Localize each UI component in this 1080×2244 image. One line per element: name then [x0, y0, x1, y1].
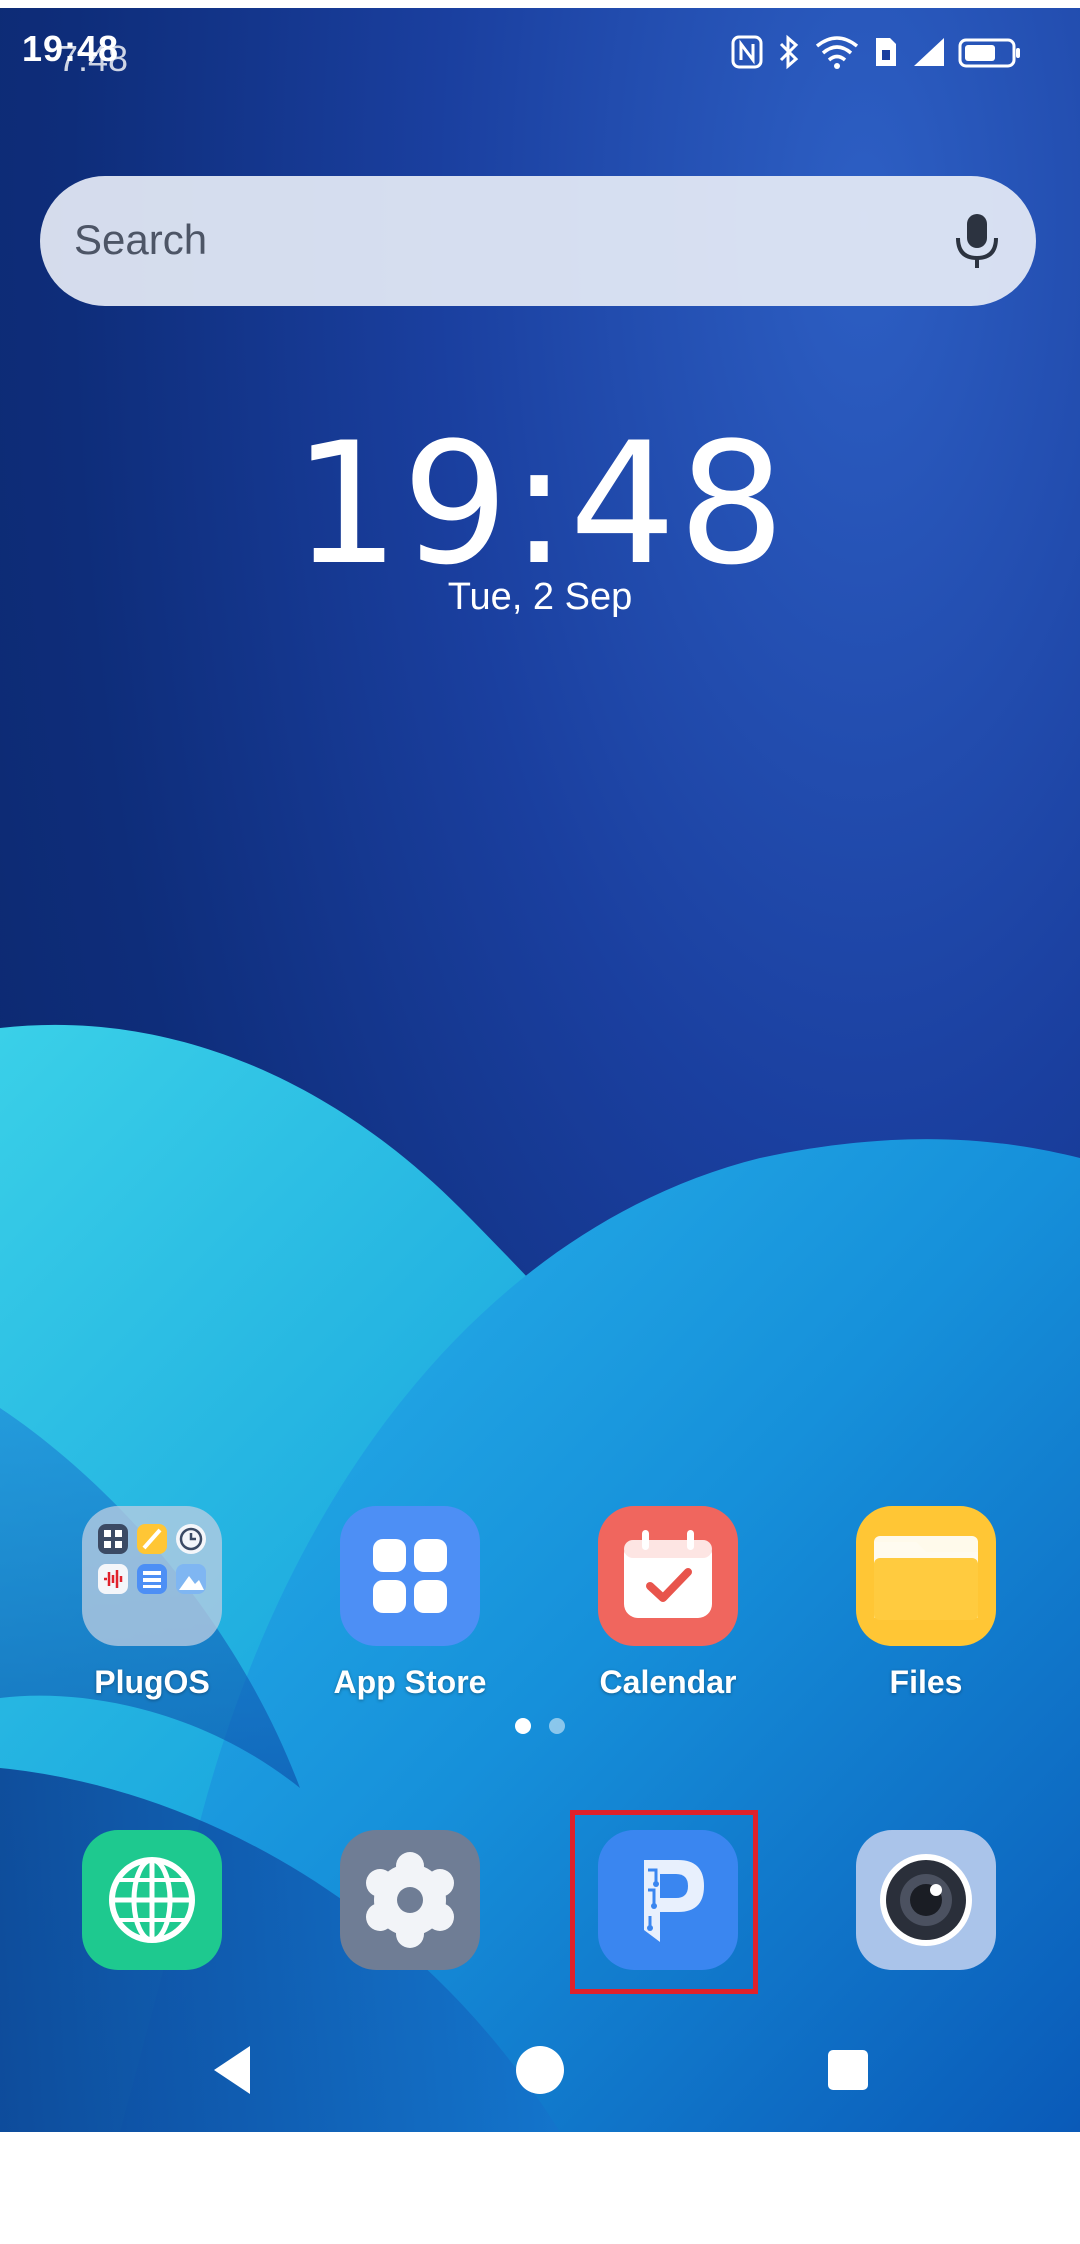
nfc-icon: [731, 35, 763, 69]
app-app-store[interactable]: App Store: [320, 1506, 500, 1701]
recents-icon[interactable]: [818, 2040, 878, 2100]
dock-settings[interactable]: [320, 1830, 500, 1970]
highlight-box: [570, 1810, 758, 1994]
dock-camera[interactable]: [836, 1830, 1016, 1970]
status-time: 19:48: [22, 28, 120, 69]
camera-icon: [856, 1830, 996, 1970]
status-bar: 7:48 19:48: [0, 8, 1080, 98]
clock-widget-time[interactable]: 19:48: [0, 406, 1080, 602]
dock-browser[interactable]: [62, 1830, 242, 1970]
app-label: Files: [889, 1664, 963, 1700]
app-label: Calendar: [599, 1664, 737, 1700]
app-label: App Store: [333, 1664, 487, 1700]
app-calendar[interactable]: Calendar: [578, 1506, 758, 1701]
battery-icon: [958, 38, 1020, 68]
wifi-icon: [815, 36, 859, 69]
wallpaper: [0, 1024, 1080, 2132]
folder-icon: [82, 1506, 222, 1646]
app-files[interactable]: Files: [836, 1506, 1016, 1701]
app-store-icon: [340, 1506, 480, 1646]
bluetooth-icon: [779, 34, 799, 70]
search-input[interactable]: Search: [74, 216, 207, 264]
settings-gear-icon: [340, 1830, 480, 1970]
calendar-icon: [598, 1506, 738, 1646]
microphone-icon[interactable]: [952, 212, 1002, 270]
home-screen: 7:48 19:48 Search 19:48 Tue, 2 Sep PlugO…: [0, 8, 1080, 2132]
signal-icon: [914, 38, 944, 66]
app-plugos[interactable]: PlugOS: [62, 1506, 242, 1701]
status-icons: [730, 34, 1022, 70]
home-icon[interactable]: [510, 2040, 570, 2100]
page-indicator: [0, 1718, 1080, 1734]
files-folder-icon: [856, 1506, 996, 1646]
browser-globe-icon: [82, 1830, 222, 1970]
search-bar[interactable]: Search: [40, 176, 1036, 306]
page-dot-active[interactable]: [515, 1718, 531, 1734]
clock-widget-date[interactable]: Tue, 2 Sep: [0, 576, 1080, 619]
app-label: PlugOS: [94, 1664, 210, 1700]
page-dot[interactable]: [549, 1718, 565, 1734]
sim-icon: [876, 38, 896, 66]
back-icon[interactable]: [202, 2040, 262, 2100]
